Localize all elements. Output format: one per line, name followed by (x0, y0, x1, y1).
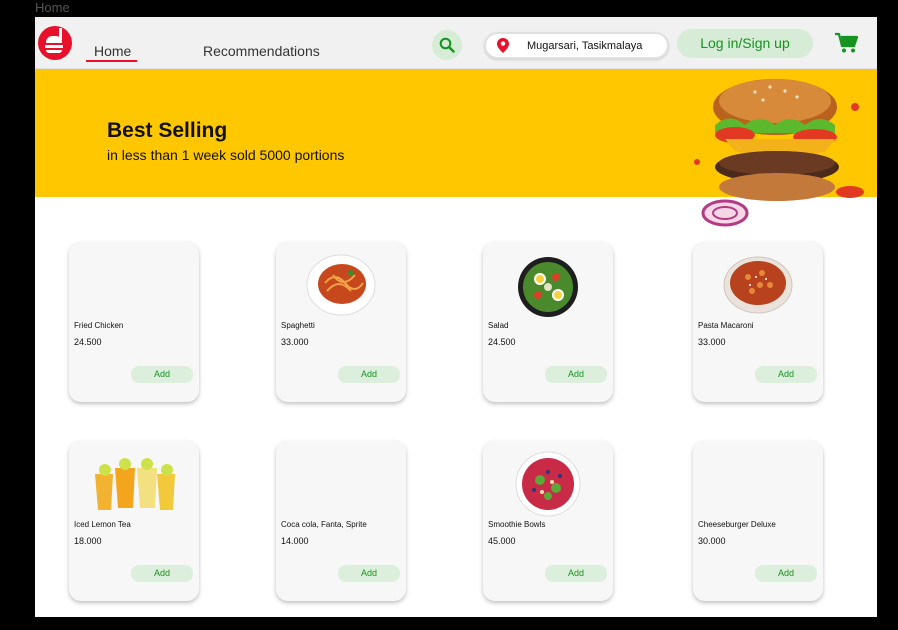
location-text: Mugarsari, Tasikmalaya (527, 40, 643, 52)
product-price: 30.000 (698, 536, 726, 546)
product-card[interactable]: Salad 24.500 Add (483, 242, 613, 402)
pasta-macaroni-image (723, 256, 793, 314)
product-name: Fried Chicken (74, 321, 124, 330)
product-name: Cheeseburger Deluxe (698, 520, 776, 529)
search-button[interactable] (432, 30, 462, 60)
add-button[interactable]: Add (131, 565, 193, 582)
location-pin-icon (497, 38, 509, 53)
add-button[interactable]: Add (338, 565, 400, 582)
salad-image (518, 257, 578, 317)
product-card[interactable]: Smoothie Bowls 45.000 Add (483, 441, 613, 601)
product-price: 33.000 (698, 337, 726, 347)
product-card[interactable]: Cheeseburger Deluxe 30.000 Add (693, 441, 823, 601)
active-nav-underline (86, 60, 137, 62)
nav-home-link[interactable]: Home (94, 43, 131, 59)
add-button[interactable]: Add (545, 565, 607, 582)
banner-title: Best Selling (107, 119, 228, 142)
product-price: 24.500 (74, 337, 102, 347)
product-name: Spaghetti (281, 321, 315, 330)
add-button[interactable]: Add (755, 565, 817, 582)
add-button[interactable]: Add (755, 366, 817, 383)
product-name: Pasta Macaroni (698, 321, 754, 330)
burger-image (694, 79, 864, 227)
logo-burger-icon[interactable] (38, 26, 72, 60)
product-price: 18.000 (74, 536, 102, 546)
product-price: 45.000 (488, 536, 516, 546)
product-price: 24.500 (488, 337, 516, 347)
product-price: 14.000 (281, 536, 309, 546)
product-card[interactable]: Coca cola, Fanta, Sprite 14.000 Add (276, 441, 406, 601)
cart-icon[interactable] (834, 32, 858, 54)
product-card[interactable]: Pasta Macaroni 33.000 Add (693, 242, 823, 402)
product-price: 33.000 (281, 337, 309, 347)
navbar: Home Recommendations Mugarsari, Tasikmal… (35, 17, 877, 69)
banner-subtitle: in less than 1 week sold 5000 portions (107, 147, 345, 163)
smoothie-bowl-image (515, 451, 581, 517)
location-selector[interactable]: Mugarsari, Tasikmalaya (484, 32, 669, 59)
page: Home Recommendations Mugarsari, Tasikmal… (35, 17, 877, 617)
search-icon (439, 37, 455, 53)
add-button[interactable]: Add (338, 366, 400, 383)
product-card[interactable]: Fried Chicken 24.500 Add (69, 242, 199, 402)
product-name: Coca cola, Fanta, Sprite (281, 520, 367, 529)
product-name: Salad (488, 321, 509, 330)
login-signup-button[interactable]: Log in/Sign up (677, 29, 813, 58)
product-card[interactable]: Spaghetti 33.000 Add (276, 242, 406, 402)
frame-label: Home (35, 0, 70, 15)
add-button[interactable]: Add (545, 366, 607, 383)
iced-lemon-tea-image (95, 458, 175, 510)
spaghetti-image (306, 254, 376, 316)
product-name: Iced Lemon Tea (74, 520, 131, 529)
product-name: Smoothie Bowls (488, 520, 546, 529)
nav-recommendations-link[interactable]: Recommendations (203, 43, 320, 59)
product-card[interactable]: Iced Lemon Tea 18.000 Add (69, 441, 199, 601)
add-button[interactable]: Add (131, 366, 193, 383)
